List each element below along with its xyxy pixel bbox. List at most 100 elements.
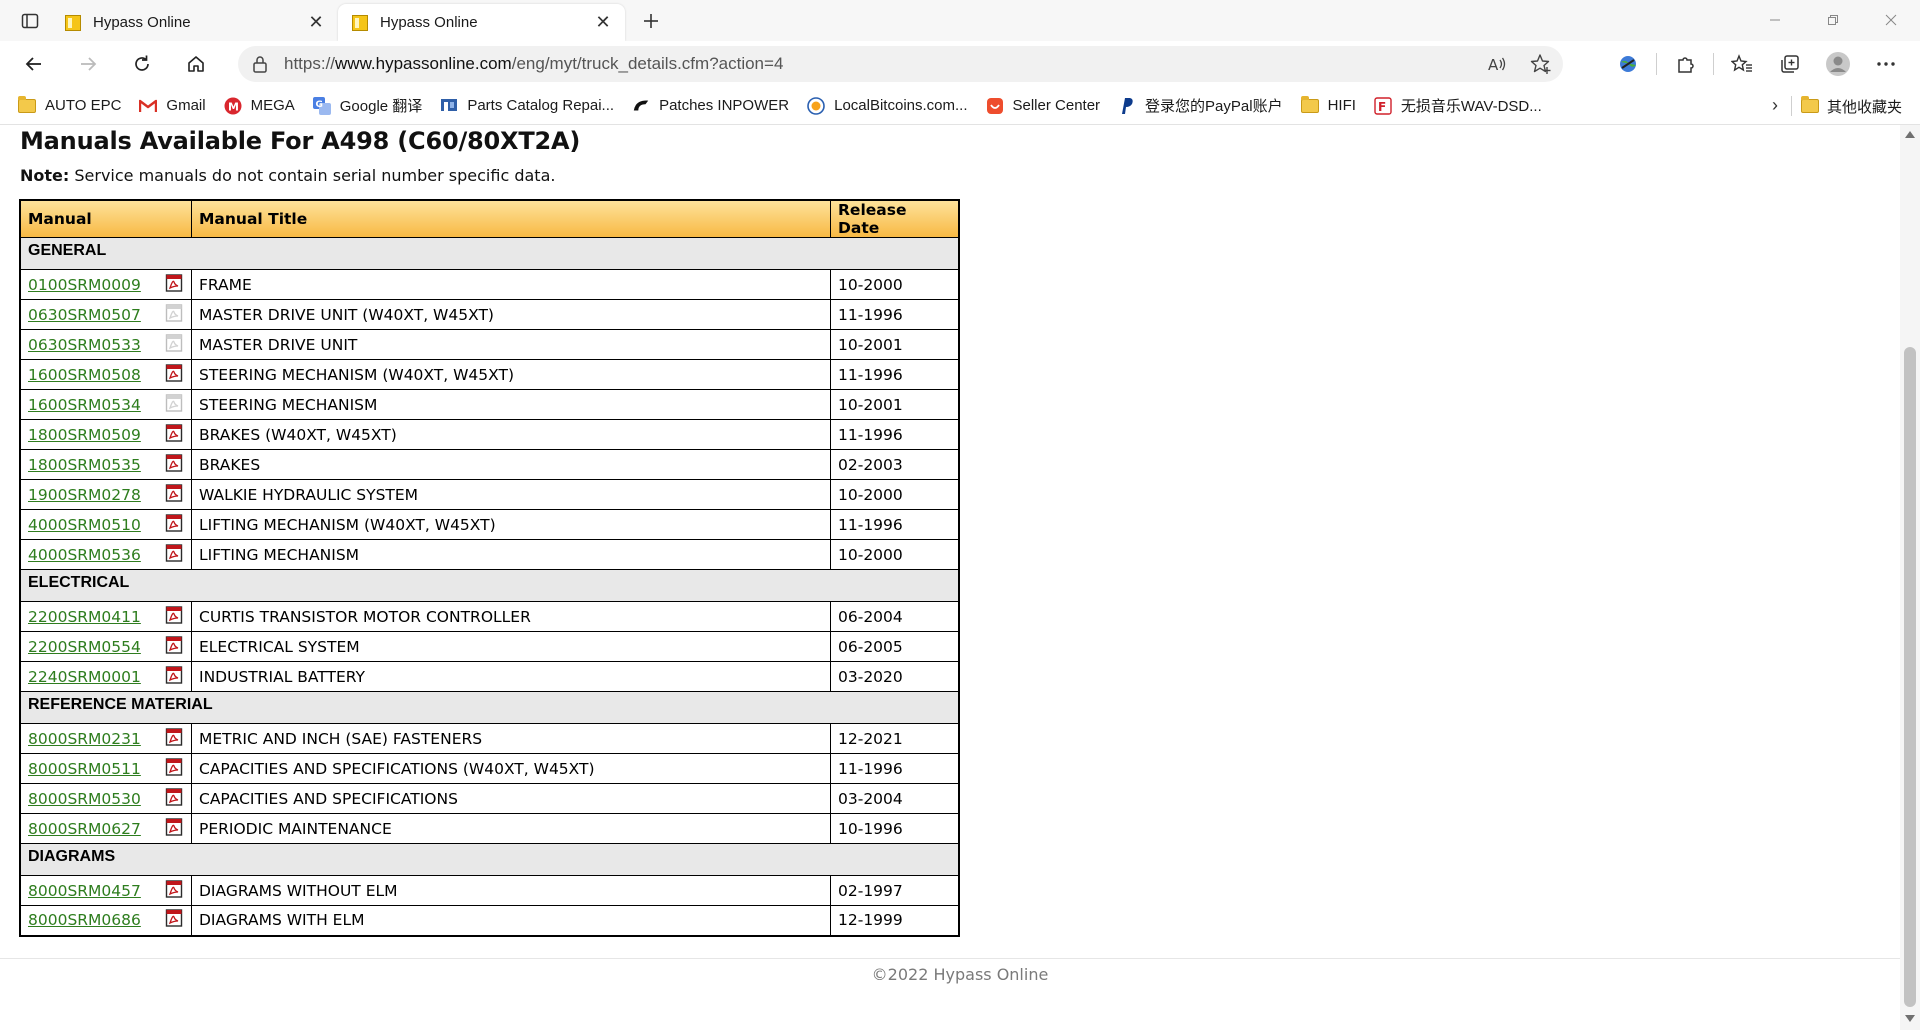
bookmark-label: Parts Catalog Repai...: [467, 97, 615, 114]
pdf-icon[interactable]: [164, 273, 184, 297]
pdf-icon[interactable]: [164, 543, 184, 567]
address-bar[interactable]: https://www.hypassonline.com/eng/myt/tru…: [238, 46, 1563, 82]
extension-button[interactable]: [1604, 44, 1652, 84]
tab-close-icon[interactable]: ✕: [306, 12, 326, 33]
vertical-scrollbar[interactable]: [1900, 125, 1920, 1030]
bookmark-label: Google 翻译: [339, 98, 423, 115]
home-icon: [188, 56, 204, 72]
pdf-icon[interactable]: [164, 393, 184, 417]
tab-close-icon[interactable]: ✕: [593, 12, 613, 33]
bookmark-seller-center[interactable]: Seller Center: [986, 97, 1101, 115]
hypass-favicon-icon: [352, 14, 368, 31]
tab-strip: Hypass Online ✕ Hypass Online ✕: [0, 0, 1920, 41]
table-row: 8000SRM0231 METRIC AND INCH (SAE) FASTENE…: [19, 723, 960, 754]
back-button[interactable]: [14, 44, 54, 84]
pdf-icon[interactable]: [164, 665, 184, 689]
close-window-button[interactable]: [1862, 0, 1920, 40]
bookmark-hifi[interactable]: HIFI: [1300, 95, 1356, 115]
manual-link[interactable]: 1600SRM0534: [28, 396, 141, 414]
scrollbar-thumb[interactable]: [1904, 347, 1916, 1007]
tab-1[interactable]: Hypass Online ✕: [51, 4, 339, 41]
bookmark-localbitcoins[interactable]: LocalBitcoins.com...: [807, 96, 968, 115]
pdf-icon[interactable]: [164, 303, 184, 327]
manual-cell: 1800SRM0535: [19, 449, 192, 480]
pdf-icon[interactable]: [164, 453, 184, 477]
chevron-right-icon[interactable]: ›: [1772, 95, 1778, 116]
pdf-icon[interactable]: [164, 333, 184, 357]
manual-link[interactable]: 1800SRM0535: [28, 456, 141, 474]
manual-link[interactable]: 0100SRM0009: [28, 276, 141, 294]
pdf-icon[interactable]: [164, 757, 184, 781]
scroll-down-icon[interactable]: [1905, 1015, 1915, 1022]
manual-title-cell: ELECTRICAL SYSTEM: [191, 631, 831, 662]
pdf-icon[interactable]: [164, 363, 184, 387]
table-row: 2200SRM0554 ELECTRICAL SYSTEM 06-2005: [19, 631, 960, 662]
profile-button[interactable]: [1814, 44, 1862, 84]
manual-link[interactable]: 0630SRM0507: [28, 306, 141, 324]
pdf-icon[interactable]: [164, 605, 184, 629]
bookmark-label: Seller Center: [1012, 97, 1101, 114]
table-row: 1800SRM0509 BRAKES (W40XT, W45XT) 11-1996: [19, 419, 960, 450]
manual-link[interactable]: 2200SRM0554: [28, 638, 141, 656]
table-row: 2240SRM0001 INDUSTRIAL BATTERY 03-2020: [19, 661, 960, 692]
manual-title-cell: CAPACITIES AND SPECIFICATIONS: [191, 783, 831, 814]
pdf-icon[interactable]: [164, 483, 184, 507]
scroll-up-icon[interactable]: [1905, 131, 1915, 138]
manuals-table: Manual Manual Title Release Date GENERAL…: [19, 199, 960, 937]
bookmark-paypal[interactable]: 登录您的PayPal账户: [1118, 95, 1283, 116]
release-date-cell: 11-1996: [830, 359, 960, 390]
manual-link[interactable]: 1900SRM0278: [28, 486, 141, 504]
table-row: 8000SRM0457 DIAGRAMS WITHOUT ELM 02-1997: [19, 875, 960, 906]
forward-button[interactable]: [68, 44, 108, 84]
manual-link[interactable]: 8000SRM0457: [28, 882, 141, 900]
manual-link[interactable]: 2200SRM0411: [28, 608, 141, 626]
pdf-icon[interactable]: [164, 817, 184, 841]
tab-actions-button[interactable]: [13, 4, 47, 38]
manual-link[interactable]: 8000SRM0530: [28, 790, 141, 808]
url-text[interactable]: https://www.hypassonline.com/eng/myt/tru…: [284, 54, 1475, 74]
avatar-icon: [1826, 52, 1850, 76]
manual-link[interactable]: 8000SRM0686: [28, 911, 141, 929]
bookmark-auto-epc[interactable]: AUTO EPC: [18, 95, 121, 115]
release-date-cell: 10-1996: [830, 813, 960, 844]
lock-icon[interactable]: [250, 55, 270, 73]
collections-button[interactable]: [1766, 44, 1814, 84]
settings-more-button[interactable]: [1862, 44, 1910, 84]
manual-link[interactable]: 1600SRM0508: [28, 366, 141, 384]
pdf-icon[interactable]: [164, 727, 184, 751]
minimize-button[interactable]: [1746, 0, 1804, 40]
restore-button[interactable]: [1804, 0, 1862, 40]
read-aloud-icon[interactable]: A: [1475, 54, 1519, 74]
other-favorites[interactable]: 其他收藏夹: [1800, 87, 1902, 125]
manual-link[interactable]: 8000SRM0627: [28, 820, 141, 838]
manual-link[interactable]: 8000SRM0511: [28, 760, 141, 778]
bookmark-wav-dsd[interactable]: F 无损音乐WAV-DSD...: [1374, 95, 1542, 116]
favorites-button[interactable]: [1718, 44, 1766, 84]
pdf-icon[interactable]: [164, 908, 184, 932]
pdf-icon[interactable]: [164, 787, 184, 811]
manual-link[interactable]: 4000SRM0510: [28, 516, 141, 534]
pdf-icon[interactable]: [164, 513, 184, 537]
pdf-icon[interactable]: [164, 635, 184, 659]
manual-link[interactable]: 0630SRM0533: [28, 336, 141, 354]
manual-link[interactable]: 1800SRM0509: [28, 426, 141, 444]
tab-2[interactable]: Hypass Online ✕: [338, 4, 625, 41]
release-date-cell: 10-2001: [830, 389, 960, 420]
extensions-button[interactable]: [1661, 44, 1709, 84]
manual-link[interactable]: 8000SRM0231: [28, 730, 141, 748]
pdf-icon[interactable]: [164, 879, 184, 903]
bookmark-gmail[interactable]: Gmail: [139, 97, 206, 115]
manual-link[interactable]: 4000SRM0536: [28, 546, 141, 564]
manual-title-cell: BRAKES (W40XT, W45XT): [191, 419, 831, 450]
home-button[interactable]: [176, 44, 216, 84]
new-tab-button[interactable]: [633, 3, 669, 39]
manual-link[interactable]: 2240SRM0001: [28, 668, 141, 686]
add-favorite-icon[interactable]: [1519, 53, 1563, 75]
section-row: GENERAL: [19, 237, 960, 270]
pdf-icon[interactable]: [164, 423, 184, 447]
refresh-button[interactable]: [122, 44, 162, 84]
bookmark-parts-catalog[interactable]: Parts Catalog Repai...: [440, 97, 614, 115]
bookmark-mega[interactable]: M MEGA: [224, 97, 295, 115]
bookmark-google-translate[interactable]: G Google 翻译: [312, 95, 423, 116]
bookmark-patches-inpower[interactable]: Patches INPOWER: [632, 97, 789, 115]
